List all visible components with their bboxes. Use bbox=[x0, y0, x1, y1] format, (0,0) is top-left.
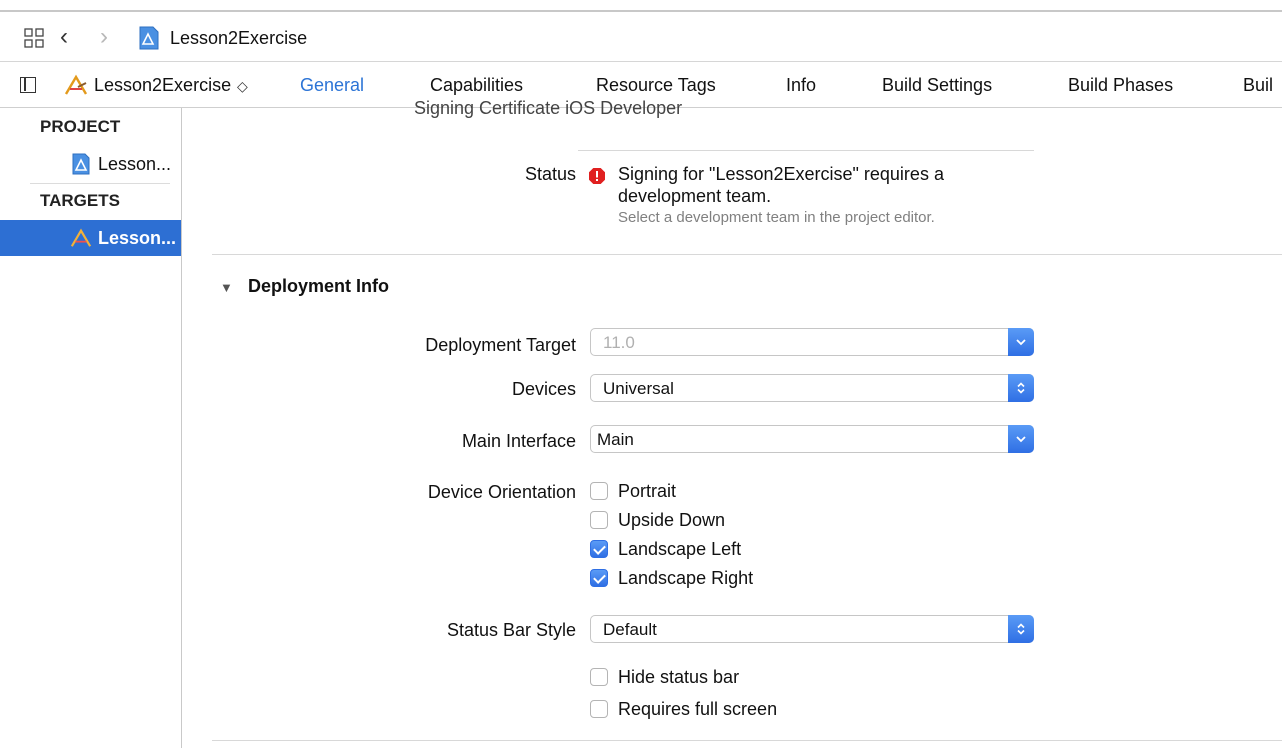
target-selector[interactable]: Lesson2Exercise ◇ bbox=[94, 73, 248, 98]
sidebar-divider bbox=[30, 183, 170, 184]
chevron-down-icon[interactable] bbox=[1008, 328, 1034, 356]
sidebar-item-target[interactable]: Lesson... bbox=[0, 220, 181, 256]
status-label: Status bbox=[524, 164, 576, 184]
landscape-right-checkbox[interactable] bbox=[590, 569, 608, 587]
deployment-target-value: 11.0 bbox=[603, 333, 635, 352]
tab-build-settings[interactable]: Build Settings bbox=[882, 73, 992, 97]
main-interface-label: Main Interface bbox=[461, 431, 576, 451]
requires-full-screen-checkbox[interactable] bbox=[590, 700, 608, 718]
main-interface-combo[interactable]: Main bbox=[590, 425, 1034, 453]
signing-certificate-row: Signing Certificate iOS Developer bbox=[414, 98, 683, 118]
xcode-project-file-icon bbox=[72, 153, 90, 175]
portrait-label: Portrait bbox=[618, 481, 677, 501]
upside-down-checkbox[interactable] bbox=[590, 511, 608, 529]
forward-chevron-icon[interactable]: › bbox=[100, 22, 108, 52]
landscape-left-checkbox[interactable] bbox=[590, 540, 608, 558]
tab-general[interactable]: General bbox=[300, 73, 364, 97]
status-bar-style-label: Status Bar Style bbox=[446, 620, 576, 640]
tab-info[interactable]: Info bbox=[786, 73, 816, 97]
devices-label: Devices bbox=[511, 379, 576, 399]
landscape-left-label: Landscape Left bbox=[618, 539, 742, 559]
up-down-chevron-icon[interactable] bbox=[1008, 615, 1034, 643]
deployment-target-label: Deployment Target bbox=[425, 335, 576, 355]
related-items-grid-icon[interactable] bbox=[24, 28, 44, 48]
row-divider bbox=[578, 150, 1034, 151]
deployment-target-combo[interactable]: 11.0 bbox=[590, 328, 1034, 356]
deployment-info-title: Deployment Info bbox=[248, 276, 390, 296]
main-interface-value: Main bbox=[597, 430, 634, 449]
sidebar-item-project[interactable]: Lesson... bbox=[0, 146, 181, 182]
general-settings-editor: Signing Certificate iOS Developer Status… bbox=[182, 98, 1282, 748]
back-chevron-icon[interactable]: ‹ bbox=[60, 22, 68, 52]
xcode-project-file-icon bbox=[139, 26, 159, 50]
target-selector-label: Lesson2Exercise bbox=[94, 75, 232, 95]
up-down-chevron-icon[interactable] bbox=[1008, 374, 1034, 402]
tab-capabilities[interactable]: Capabilities bbox=[430, 73, 523, 97]
error-icon bbox=[589, 168, 605, 184]
hide-status-bar-label: Hide status bar bbox=[618, 667, 740, 687]
sidebar-item-label: Lesson... bbox=[98, 228, 177, 248]
tab-build-rules[interactable]: Buil bbox=[1243, 73, 1273, 97]
status-bar-style-popup[interactable]: Default bbox=[590, 615, 1034, 643]
section-divider bbox=[212, 740, 1282, 741]
tab-resource-tags[interactable]: Resource Tags bbox=[596, 73, 716, 97]
sidebar-item-label: Lesson... bbox=[98, 154, 172, 174]
disclosure-triangle-icon[interactable]: ▼ bbox=[220, 280, 233, 295]
jump-bar-title[interactable]: Lesson2Exercise bbox=[170, 26, 307, 50]
devices-popup[interactable]: Universal bbox=[590, 374, 1034, 402]
status-error-hint: Select a development team in the project… bbox=[618, 209, 935, 226]
portrait-checkbox[interactable] bbox=[590, 482, 608, 500]
upside-down-label: Upside Down bbox=[618, 510, 726, 530]
app-target-icon bbox=[70, 228, 92, 247]
sidebar-toggle-icon[interactable] bbox=[20, 77, 36, 93]
devices-value: Universal bbox=[603, 379, 674, 398]
chevron-down-icon[interactable] bbox=[1008, 425, 1034, 453]
project-header: PROJECT bbox=[40, 117, 121, 136]
window-top-border bbox=[0, 0, 1282, 12]
section-divider bbox=[212, 254, 1282, 255]
up-down-chevron-icon: ◇ bbox=[233, 78, 248, 94]
status-error-message: Signing for "Lesson2Exercise" requires a… bbox=[618, 164, 944, 206]
requires-full-screen-label: Requires full screen bbox=[618, 699, 778, 719]
hide-status-bar-checkbox[interactable] bbox=[590, 668, 608, 686]
app-target-icon bbox=[64, 74, 88, 95]
project-navigator: PROJECT Lesson... TARGETS Lesson... bbox=[0, 108, 182, 748]
landscape-right-label: Landscape Right bbox=[618, 568, 754, 588]
device-orientation-label: Device Orientation bbox=[427, 482, 576, 502]
tab-build-phases[interactable]: Build Phases bbox=[1068, 73, 1173, 97]
status-bar-style-value: Default bbox=[603, 620, 657, 639]
targets-header: TARGETS bbox=[40, 191, 120, 210]
jump-bar: ‹ › Lesson2Exercise bbox=[0, 14, 1282, 62]
